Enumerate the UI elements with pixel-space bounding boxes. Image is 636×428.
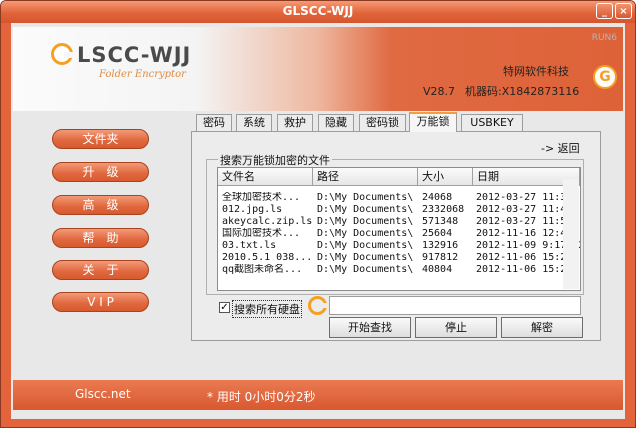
- table-cell-size: 24068: [422, 192, 453, 203]
- table-cell-size: 132916: [422, 240, 459, 251]
- table-cell-size: 917812: [422, 252, 459, 263]
- table-cell-size: 40804: [422, 264, 453, 275]
- window-title: GLSCC-WJJ: [282, 4, 354, 18]
- table-cell-name: 国际加密技术...: [222, 228, 301, 239]
- tab-hide[interactable]: 隐藏: [318, 114, 354, 131]
- table-row[interactable]: akeycalc.zip.ls D:\My Documents\ 571348 201…: [218, 216, 580, 228]
- table-cell-name: 012.jpg.ls: [222, 204, 283, 215]
- tab-usbkey[interactable]: USBKEY: [461, 114, 523, 131]
- table-row[interactable]: 03.txt.ls D:\My Documents\ 132916 2012-11-0…: [218, 240, 580, 252]
- company-name: 特网软件科技: [503, 65, 569, 78]
- table-row[interactable]: 2010.5.1 038... D:\My Documents\ 917812 201…: [218, 252, 580, 264]
- tab-system[interactable]: 系统: [236, 114, 272, 131]
- sidebar-vip-button[interactable]: V I P: [52, 292, 149, 312]
- table-cell-path: D:\My Documents\: [317, 192, 414, 203]
- app-header: LSCC-WJJ Folder Encryptor RUN6 特网软件科技 V2…: [13, 27, 623, 111]
- title-bar[interactable]: GLSCC-WJJ _ ×: [1, 1, 635, 23]
- stop-button[interactable]: 停止: [415, 317, 497, 338]
- table-cell-name: akeycalc.zip.ls: [222, 216, 313, 227]
- tab-rescue[interactable]: 救护: [277, 114, 313, 131]
- table-cell-path: D:\My Documents\: [317, 204, 414, 215]
- status-website[interactable]: Glscc.net: [75, 387, 131, 401]
- column-header-size[interactable]: 大小: [418, 168, 473, 186]
- machine-code: 机器码:X1842873116: [465, 85, 580, 98]
- table-row[interactable]: 全球加密技术... D:\My Documents\ 24068 2012-03-27…: [218, 192, 580, 204]
- back-link[interactable]: -> 返回: [541, 140, 580, 156]
- table-cell-path: D:\My Documents\: [317, 252, 414, 263]
- table-cell-path: D:\My Documents\: [317, 216, 414, 227]
- sidebar-about-button[interactable]: 关 于: [52, 260, 149, 280]
- column-header-name[interactable]: 文件名: [218, 168, 313, 186]
- tab-password-lock[interactable]: 密码锁: [359, 114, 406, 131]
- table-cell-name: 03.txt.ls: [222, 240, 277, 251]
- table-cell-name: qq截图未命名...: [222, 264, 303, 275]
- window-frame-right: [625, 23, 635, 427]
- search-all-label[interactable]: 搜索所有硬盘: [232, 300, 302, 318]
- decrypt-button[interactable]: 解密: [501, 317, 583, 338]
- logo-text: LSCC-WJJ: [77, 43, 192, 67]
- table-cell-name: 全球加密技术...: [222, 192, 301, 203]
- search-path-field[interactable]: [329, 296, 581, 315]
- tab-universal-lock[interactable]: 万能锁: [409, 112, 457, 132]
- sidebar-upgrade-button[interactable]: 升 级: [52, 162, 149, 182]
- minimize-button[interactable]: _: [596, 3, 613, 19]
- main-window: GLSCC-WJJ _ × LSCC-WJJ Folder Encryptor …: [0, 0, 636, 428]
- start-search-button[interactable]: 开始查找: [329, 317, 411, 338]
- sidebar-advanced-button[interactable]: 高 级: [52, 195, 149, 215]
- table-cell-size: 2332068: [422, 204, 465, 215]
- window-frame-bottom: [1, 419, 635, 427]
- table-row[interactable]: 国际加密技术... D:\My Documents\ 25604 2012-11-16…: [218, 228, 580, 240]
- logo-g-icon: [51, 43, 73, 65]
- list-scrollbar[interactable]: [563, 179, 579, 289]
- run-label: RUN6: [591, 33, 617, 43]
- close-button[interactable]: ×: [615, 3, 632, 19]
- file-list[interactable]: 文件名 路径 大小 日期 全球加密技术... D:\My Documents\ 24…: [217, 167, 581, 291]
- logo-subtitle: Folder Encryptor: [99, 69, 186, 80]
- version-info: V28.7 机器码:X1842873116: [423, 83, 579, 99]
- table-cell-size: 571348: [422, 216, 459, 227]
- table-row[interactable]: 012.jpg.ls D:\My Documents\ 2332068 2012-03…: [218, 204, 580, 216]
- table-row[interactable]: qq截图未命名... D:\My Documents\ 40804 2012-11-0…: [218, 264, 580, 276]
- table-cell-path: D:\My Documents\: [317, 240, 414, 251]
- table-cell-path: D:\My Documents\: [317, 264, 414, 275]
- status-elapsed-time: * 用时 0小时0分2秒: [207, 390, 316, 404]
- table-cell-size: 25604: [422, 228, 453, 239]
- table-cell-path: D:\My Documents\: [317, 228, 414, 239]
- sidebar-help-button[interactable]: 帮 助: [52, 228, 149, 248]
- search-group-title: 搜索万能锁加密的文件: [218, 152, 332, 168]
- brand-g-icon: G: [593, 65, 617, 89]
- window-frame-left: [1, 23, 11, 427]
- search-all-checkbox[interactable]: ✓: [219, 302, 230, 313]
- table-cell-name: 2010.5.1 038...: [222, 252, 313, 263]
- column-header-path[interactable]: 路径: [313, 168, 418, 186]
- version-number: V28.7: [423, 85, 456, 98]
- tab-password[interactable]: 密码: [196, 114, 232, 131]
- g-logo-icon: [308, 296, 327, 315]
- sidebar-folder-button[interactable]: 文件夹: [52, 129, 149, 149]
